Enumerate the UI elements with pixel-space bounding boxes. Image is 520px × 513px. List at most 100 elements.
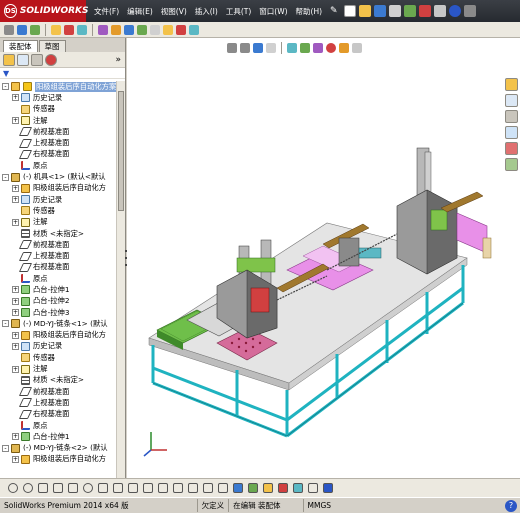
pin-menu-icon[interactable]: ✎	[330, 6, 338, 16]
expand-icon[interactable]: +	[12, 309, 19, 317]
tree-node[interactable]: 材质 <未指定>	[0, 375, 117, 386]
line-icon[interactable]	[38, 483, 48, 493]
arc-icon[interactable]	[83, 483, 93, 493]
revolve-icon[interactable]	[248, 483, 258, 493]
polygon-icon[interactable]	[53, 483, 63, 493]
menu-item[interactable]: 工具(T)	[224, 6, 253, 17]
offset-icon[interactable]	[143, 483, 153, 493]
smart-fasteners-icon[interactable]	[98, 24, 108, 35]
hole-wizard-icon[interactable]	[293, 483, 303, 493]
mirror-icon[interactable]	[128, 483, 138, 493]
tree-node[interactable]: 前视基准面	[0, 239, 117, 250]
tree-node[interactable]: + 注解	[0, 217, 117, 228]
property-manager-icon[interactable]	[17, 53, 29, 66]
bill-of-materials-icon[interactable]	[163, 24, 173, 35]
filter-icon[interactable]: ▼	[3, 69, 9, 78]
expand-icon[interactable]: +	[12, 342, 19, 350]
graphics-area[interactable]	[127, 38, 520, 478]
feature-manager-icon[interactable]	[3, 53, 15, 66]
tree-node[interactable]: 右视基准面	[0, 262, 117, 273]
tree-node[interactable]: + 历史记录	[0, 194, 117, 205]
tree-node[interactable]: 上视基准面	[0, 137, 117, 148]
tree-node[interactable]: + 历史记录	[0, 341, 117, 352]
tree-node[interactable]: + 凸台-拉伸1	[0, 284, 117, 295]
rectangle-icon[interactable]	[68, 483, 78, 493]
expand-icon[interactable]: +	[12, 117, 19, 125]
new-document-icon[interactable]	[343, 5, 356, 17]
tree-node[interactable]: + 历史记录	[0, 92, 117, 103]
reference-geometry-icon[interactable]	[137, 24, 147, 35]
tree-node[interactable]: 材质 <未指定>	[0, 228, 117, 239]
help-icon[interactable]: ?	[505, 499, 517, 512]
tree-node[interactable]: 前视基准面	[0, 126, 117, 137]
tree-scrollbar[interactable]	[116, 81, 125, 497]
tab-assembly[interactable]: 装配体	[3, 40, 38, 52]
tree-node[interactable]: + 凸台-拉伸3	[0, 307, 117, 318]
tree-node[interactable]: 上视基准面	[0, 250, 117, 261]
expand-icon[interactable]: +	[12, 433, 19, 441]
mate-icon[interactable]	[30, 24, 40, 35]
construction-geometry-icon[interactable]	[218, 483, 228, 493]
tree-node[interactable]: 右视基准面	[0, 409, 117, 420]
menu-item[interactable]: 视图(V)	[159, 6, 189, 17]
solidworks-logo[interactable]: DS SOLIDWORKS	[0, 0, 89, 22]
menu-item[interactable]: 文件(F)	[92, 6, 121, 17]
options-icon[interactable]	[433, 5, 446, 17]
circle-icon[interactable]	[23, 483, 33, 493]
search-icon[interactable]	[463, 5, 476, 17]
trim-icon[interactable]	[113, 483, 123, 493]
tree-node[interactable]: + 阳极组装后序自动化方	[0, 454, 117, 465]
collapse-icon[interactable]: -	[2, 444, 9, 452]
tree-node[interactable]: 原点	[0, 160, 117, 171]
move-component-icon[interactable]	[64, 24, 74, 35]
search-commands-icon[interactable]	[308, 483, 318, 493]
select-icon[interactable]	[4, 24, 14, 35]
insert-components-icon[interactable]	[17, 24, 27, 35]
exploded-view-icon[interactable]	[111, 24, 121, 35]
tree-node[interactable]: 传感器	[0, 352, 117, 363]
expand-icon[interactable]: +	[12, 218, 19, 226]
print-icon[interactable]	[388, 5, 401, 17]
tree-node[interactable]: - 阳极组装后序自动化方案	[0, 81, 117, 92]
smart-dimension-icon[interactable]	[203, 483, 213, 493]
tree-node[interactable]: + 注解	[0, 115, 117, 126]
collapse-icon[interactable]: -	[2, 173, 9, 181]
expand-icon[interactable]: +	[12, 184, 19, 192]
tree-node[interactable]: - (-) 机具<1> (默认<默认	[0, 171, 117, 182]
tree-node[interactable]: + 阳极组装后序自动化方	[0, 330, 117, 341]
tree-filter[interactable]: ▼	[0, 68, 125, 79]
expand-icon[interactable]: +	[12, 365, 19, 373]
expand-panel-icon[interactable]: »	[115, 55, 121, 65]
tree-node[interactable]: - (-) MD-YJ-链条<1> (默认	[0, 318, 117, 329]
tree-node[interactable]: + 阳极组装后序自动化方	[0, 183, 117, 194]
tree-node[interactable]: 上视基准面	[0, 397, 117, 408]
expand-icon[interactable]: +	[12, 455, 19, 463]
expand-icon[interactable]: +	[12, 297, 19, 305]
tree-node[interactable]: + 凸台-拉伸1	[0, 431, 117, 442]
tree-node[interactable]: 右视基准面	[0, 149, 117, 160]
chamfer-icon[interactable]	[278, 483, 288, 493]
new-motion-study-icon[interactable]	[150, 24, 160, 35]
scrollbar-thumb[interactable]	[118, 91, 124, 211]
relations-icon[interactable]	[188, 483, 198, 493]
expand-icon[interactable]: +	[12, 196, 19, 204]
collapse-icon[interactable]: -	[2, 83, 9, 91]
interference-icon[interactable]	[124, 24, 134, 35]
menu-item[interactable]: 窗口(W)	[257, 6, 289, 17]
assembly-model[interactable]	[127, 38, 520, 478]
green-block[interactable]	[236, 257, 276, 273]
sketch-point-icon[interactable]	[8, 483, 18, 493]
menu-item[interactable]: 编辑(E)	[125, 6, 155, 17]
transfer-unit[interactable]	[338, 237, 360, 267]
menu-item[interactable]: 帮助(H)	[294, 6, 325, 17]
tree-node[interactable]: - (-) MD-YJ-链条<2> (默认	[0, 443, 117, 454]
fillet-icon[interactable]	[263, 483, 273, 493]
spline-icon[interactable]	[98, 483, 108, 493]
help-icon[interactable]	[448, 5, 461, 17]
save-icon[interactable]	[373, 5, 386, 17]
red-fixture[interactable]	[250, 287, 270, 313]
cyan-slide[interactable]	[358, 247, 382, 259]
expand-icon[interactable]: +	[12, 286, 19, 294]
display-manager-icon[interactable]	[45, 53, 57, 66]
tree-node[interactable]: + 注解	[0, 363, 117, 374]
